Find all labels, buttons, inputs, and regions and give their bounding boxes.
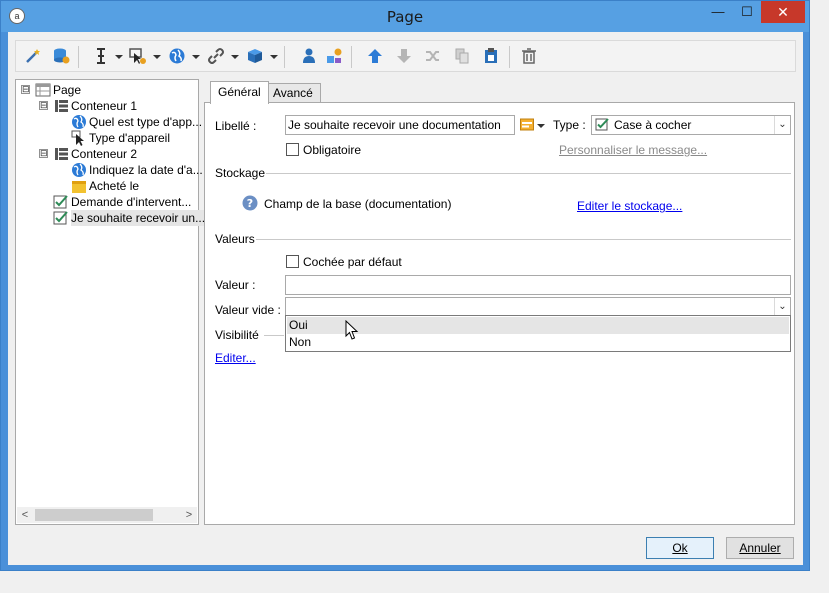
globe-icon [72, 163, 86, 177]
dropdown-arrow-icon[interactable] [231, 55, 239, 59]
paste-icon[interactable] [482, 47, 500, 65]
stockage-section-title: Stockage [215, 166, 266, 180]
tree-horizontal-scrollbar[interactable]: < > [17, 507, 197, 523]
mouse-pointer-icon [345, 320, 359, 340]
visibilite-section-title: Visibilité [215, 328, 259, 342]
section-divider [264, 335, 284, 336]
valeur-vide-label: Valeur vide : [215, 303, 281, 317]
cursor-icon [71, 130, 84, 146]
type-select[interactable]: Case à cocher [591, 115, 791, 135]
svg-text:?: ? [247, 197, 253, 210]
toolbar-separator [78, 46, 79, 68]
tree-item-demande-intervention[interactable]: Demande d'intervent... [71, 194, 191, 210]
type-select-value: Case à cocher [614, 118, 692, 132]
ok-button[interactable]: Ok [646, 537, 714, 559]
close-button[interactable]: ✕ [761, 1, 805, 23]
scroll-left-button[interactable]: < [17, 507, 33, 523]
field-config-icon[interactable] [129, 47, 147, 65]
tree-item-achete-le[interactable]: Acheté le [89, 178, 139, 194]
user-icon[interactable] [300, 47, 318, 65]
globe-icon [72, 115, 86, 129]
dropdown-arrow-icon[interactable] [537, 124, 545, 128]
stockage-field-text: Champ de la base (documentation) [264, 197, 452, 211]
maximize-button[interactable]: ☐ [733, 1, 761, 23]
obligatoire-label: Obligatoire [303, 143, 362, 157]
database-icon[interactable] [52, 47, 70, 65]
cancel-button-label: Annuler [739, 541, 781, 555]
globe-icon[interactable] [168, 47, 186, 65]
text-cursor-icon[interactable] [92, 47, 110, 65]
date-icon [72, 181, 86, 193]
trash-icon[interactable] [520, 47, 538, 65]
section-divider [256, 239, 791, 240]
valeur-input[interactable] [285, 275, 791, 295]
type-label: Type : [553, 118, 586, 132]
scroll-right-button[interactable]: > [181, 507, 197, 523]
cancel-button[interactable]: Annuler [726, 537, 794, 559]
link-icon[interactable] [207, 47, 225, 65]
minimize-button[interactable]: — [704, 1, 732, 23]
tree-item-type-appareil[interactable]: Type d'appareil [89, 130, 170, 146]
tree-item-question-appareil[interactable]: Quel est type d'app... [89, 114, 202, 130]
container-icon [55, 100, 68, 112]
tree-collapse-toggle[interactable]: ⊟ [39, 101, 48, 110]
tree-collapse-toggle[interactable]: ⊟ [21, 85, 30, 94]
wand-icon[interactable] [24, 47, 42, 65]
chevron-down-icon[interactable]: ⌄ [774, 298, 790, 316]
scrollbar-thumb[interactable] [35, 509, 153, 521]
ok-button-label: Ok [672, 541, 688, 555]
editer-stockage-link[interactable]: Editer le stockage... [577, 199, 682, 213]
tree-item-selected-documentation[interactable]: Je souhaite recevoir un... [71, 210, 208, 226]
shuffle-icon[interactable] [424, 47, 442, 65]
checkbox-icon [595, 118, 609, 131]
text-editor-icon[interactable] [520, 118, 535, 132]
help-icon: ? [242, 195, 258, 211]
toolbar [15, 40, 796, 72]
dropdown-option-non[interactable]: Non [287, 334, 789, 351]
title-bar: a Page — ☐ ✕ [1, 1, 809, 32]
window-title: Page [386, 8, 424, 26]
container-icon [55, 148, 68, 160]
shapes-icon[interactable] [325, 47, 343, 65]
tree-item-date-achat[interactable]: Indiquez la date d'a... [89, 162, 203, 178]
page-icon [35, 83, 51, 97]
toolbar-separator [351, 46, 352, 68]
cube-icon[interactable] [246, 47, 264, 65]
dropdown-arrow-icon[interactable] [153, 55, 161, 59]
valeurs-section-title: Valeurs [215, 232, 255, 246]
tree-collapse-toggle[interactable]: ⊟ [39, 149, 48, 158]
libelle-input[interactable]: Je souhaite recevoir une documentation [285, 115, 515, 135]
toolbar-separator [509, 46, 510, 68]
tree-item-page[interactable]: Page [53, 82, 81, 98]
valeur-vide-dropdown-list: Oui Non [285, 315, 791, 352]
structure-tree: ⊟ Page ⊟ Conteneur 1 Quel est type d'app… [15, 79, 208, 525]
dropdown-arrow-icon[interactable] [115, 55, 123, 59]
arrow-up-icon[interactable] [366, 47, 384, 65]
toolbar-separator [284, 46, 285, 68]
personnaliser-message-link[interactable]: Personnaliser le message... [559, 143, 707, 157]
arrow-down-icon[interactable] [395, 47, 413, 65]
chevron-down-icon[interactable]: ⌄ [774, 116, 790, 134]
valeur-vide-select[interactable] [285, 297, 791, 317]
libelle-label: Libellé : [215, 119, 257, 133]
tree-item-conteneur-2[interactable]: Conteneur 2 [71, 146, 137, 162]
dropdown-option-oui[interactable]: Oui [287, 317, 789, 334]
obligatoire-checkbox[interactable] [286, 143, 299, 156]
dialog-window: a Page — ☐ ✕ ⊟ Page ⊟ Conteneur 1 Quel e… [0, 0, 810, 571]
tab-avance[interactable]: Avancé [265, 83, 321, 103]
section-divider [266, 173, 791, 174]
tree-item-conteneur-1[interactable]: Conteneur 1 [71, 98, 137, 114]
tab-general[interactable]: Général [210, 81, 269, 104]
dialog-client: ⊟ Page ⊟ Conteneur 1 Quel est type d'app… [8, 32, 803, 565]
cochee-par-defaut-label: Cochée par défaut [303, 255, 402, 269]
valeur-label: Valeur : [215, 278, 256, 292]
dropdown-arrow-icon[interactable] [270, 55, 278, 59]
checkbox-icon [53, 211, 68, 225]
copy-icon[interactable] [453, 47, 471, 65]
editer-visibilite-link[interactable]: Editer... [215, 351, 256, 365]
dropdown-arrow-icon[interactable] [192, 55, 200, 59]
checkbox-icon [53, 195, 68, 209]
cochee-par-defaut-checkbox[interactable] [286, 255, 299, 268]
